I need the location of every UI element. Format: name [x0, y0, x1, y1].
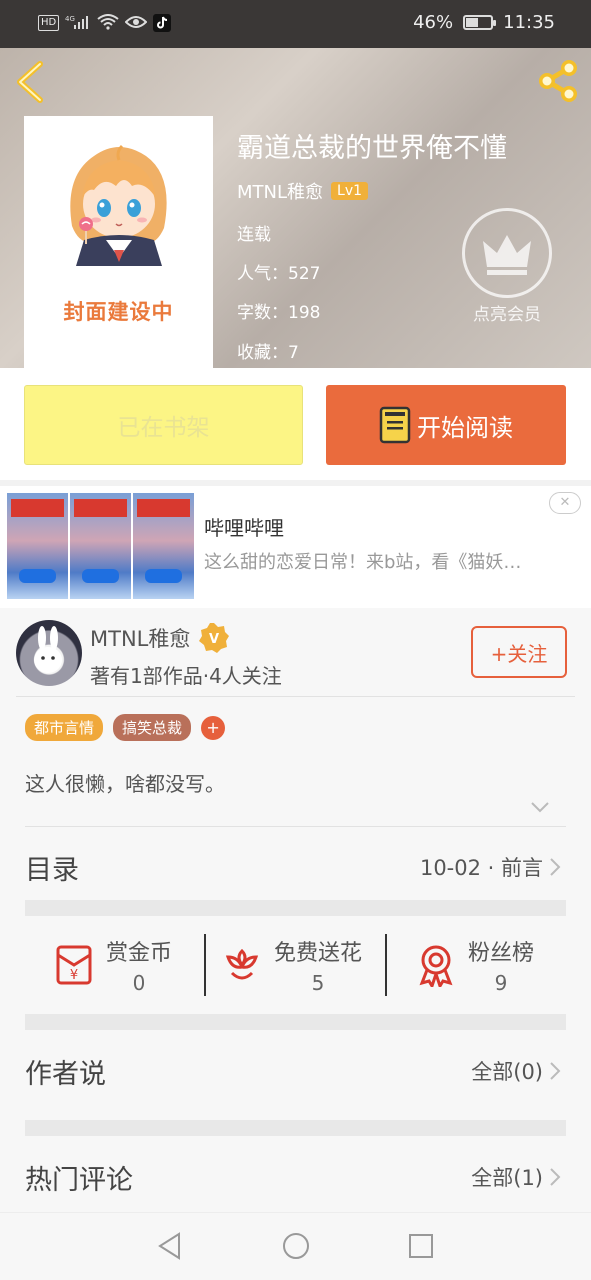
chevron-right-icon — [550, 858, 561, 876]
hot-comments-link: 全部(1) — [471, 1166, 543, 1190]
tiktok-icon — [153, 14, 172, 32]
reward-coins-button[interactable]: ¥ 赏金币 0 — [52, 932, 172, 998]
level-badge: Lv1 — [331, 182, 369, 200]
flower-icon — [225, 948, 259, 980]
red-envelope-icon: ¥ — [56, 945, 92, 985]
divider — [385, 934, 387, 996]
wifi-icon — [97, 14, 119, 32]
follow-button[interactable]: +关注 — [471, 626, 567, 678]
author-says-row[interactable]: 作者说 全部(0) — [0, 1032, 591, 1118]
status-bar: HD 4G 46% 11:35 — [0, 0, 591, 48]
vip-label: 点亮会员 — [473, 305, 541, 325]
chevron-down-icon[interactable] — [530, 800, 550, 814]
book-cover[interactable]: 封面建设中 — [24, 116, 213, 368]
reward-value: 5 — [311, 971, 325, 995]
author-name-row[interactable]: MTNL稚愈 V — [90, 622, 230, 654]
medal-icon — [419, 945, 453, 987]
author-avatar[interactable] — [16, 620, 82, 686]
section-divider — [25, 1014, 566, 1030]
back-button[interactable] — [12, 60, 52, 104]
book-author-name: MTNL稚愈 — [237, 182, 324, 203]
eye-icon — [124, 14, 148, 32]
favorites-count: 收藏：7 — [237, 343, 299, 363]
word-count: 字数：198 — [237, 303, 321, 323]
popularity: 人气：527 — [237, 264, 321, 284]
hot-comments-row[interactable]: 热门评论 全部(1) — [0, 1138, 591, 1212]
hd-icon: HD — [38, 15, 60, 31]
nav-recents-icon[interactable] — [406, 1231, 436, 1261]
author-stats: 著有1部作品·4人关注 — [90, 664, 282, 688]
start-reading-label: 开始阅读 — [417, 413, 513, 442]
book-author-row[interactable]: MTNL稚愈 Lv1 — [237, 178, 369, 204]
tag-urban-romance[interactable]: 都市言情 — [25, 714, 104, 741]
nav-back-icon[interactable] — [155, 1231, 185, 1261]
chevron-right-icon — [550, 1168, 561, 1186]
battery-percent: 46% — [413, 12, 454, 33]
reward-label: 粉丝榜 — [468, 941, 535, 966]
ad-close-button[interactable]: ✕ — [549, 492, 581, 514]
add-tag-button[interactable]: + — [201, 715, 226, 740]
ad-description: 这么甜的恋爱日常！来b站，看《猫妖… — [204, 552, 522, 573]
latest-chapter: 10-02 · 前言 — [419, 856, 543, 880]
in-bookshelf-button[interactable]: 已在书架 — [24, 385, 303, 465]
book-header: 封面建设中 霸道总裁的世界俺不懂 MTNL稚愈 Lv1 连载 人气：527 字数… — [0, 48, 591, 368]
divider — [16, 696, 575, 697]
chevron-right-icon — [550, 1062, 561, 1080]
tag-comedy-ceo[interactable]: 搞笑总裁 — [113, 714, 192, 741]
section-divider — [25, 900, 566, 916]
share-icon — [539, 60, 577, 102]
section-divider — [25, 1120, 566, 1136]
share-button[interactable] — [535, 58, 581, 104]
cover-placeholder-text: 封面建设中 — [63, 300, 174, 324]
vip-activate-button[interactable]: 点亮会员 — [462, 208, 552, 325]
crown-icon — [462, 208, 552, 298]
book-icon — [379, 406, 411, 444]
divider — [25, 826, 566, 827]
ad-thumbnail — [7, 493, 194, 599]
catalog-row[interactable]: 目录 10-02 · 前言 — [0, 832, 591, 900]
free-flower-button[interactable]: 免费送花 5 — [220, 932, 362, 998]
genre-tags: 都市言情 搞笑总裁 + — [25, 714, 226, 741]
book-title: 霸道总裁的世界俺不懂 — [237, 133, 507, 164]
reward-value: 9 — [494, 971, 508, 995]
nav-home-icon[interactable] — [281, 1231, 311, 1261]
author-says-link: 全部(0) — [471, 1060, 543, 1084]
author-name: MTNL稚愈 — [90, 627, 191, 651]
author-says-title: 作者说 — [25, 1059, 106, 1090]
author-card: MTNL稚愈 V 著有1部作品·4人关注 +关注 都市言情 搞笑总裁 + 这人很… — [0, 608, 591, 830]
action-bar: 已在书架 开始阅读 — [0, 368, 591, 480]
battery-level — [466, 18, 479, 27]
divider — [204, 934, 206, 996]
clock-time: 11:35 — [503, 12, 555, 33]
svg-text:¥: ¥ — [70, 968, 78, 983]
svg-text:4G: 4G — [65, 15, 75, 23]
battery-icon — [463, 15, 497, 30]
system-nav-bar — [0, 1212, 591, 1280]
signal-icon: 4G — [65, 14, 91, 32]
start-reading-button[interactable]: 开始阅读 — [326, 385, 566, 465]
cover-placeholder-illustration — [70, 144, 167, 266]
reward-label: 赏金币 — [106, 941, 173, 966]
verified-badge-icon: V — [199, 623, 230, 653]
svg-text:V: V — [209, 632, 219, 647]
ad-banner[interactable]: 哔哩哔哩 这么甜的恋爱日常！来b站，看《猫妖… ✕ — [0, 480, 591, 608]
rabbit-avatar-icon — [34, 626, 62, 673]
chevron-left-icon — [17, 61, 43, 103]
fan-ranking-button[interactable]: 粉丝榜 9 — [414, 932, 534, 998]
catalog-title: 目录 — [25, 855, 79, 886]
reward-value: 0 — [132, 971, 146, 995]
author-bio: 这人很懒，啥都没写。 — [25, 772, 225, 796]
ad-title: 哔哩哔哩 — [204, 516, 284, 540]
hot-comments-title: 热门评论 — [25, 1165, 133, 1196]
rewards-row: ¥ 赏金币 0 免费送花 5 粉丝榜 9 — [0, 918, 591, 1016]
reward-label: 免费送花 — [274, 941, 363, 966]
serial-status: 连载 — [237, 225, 271, 245]
